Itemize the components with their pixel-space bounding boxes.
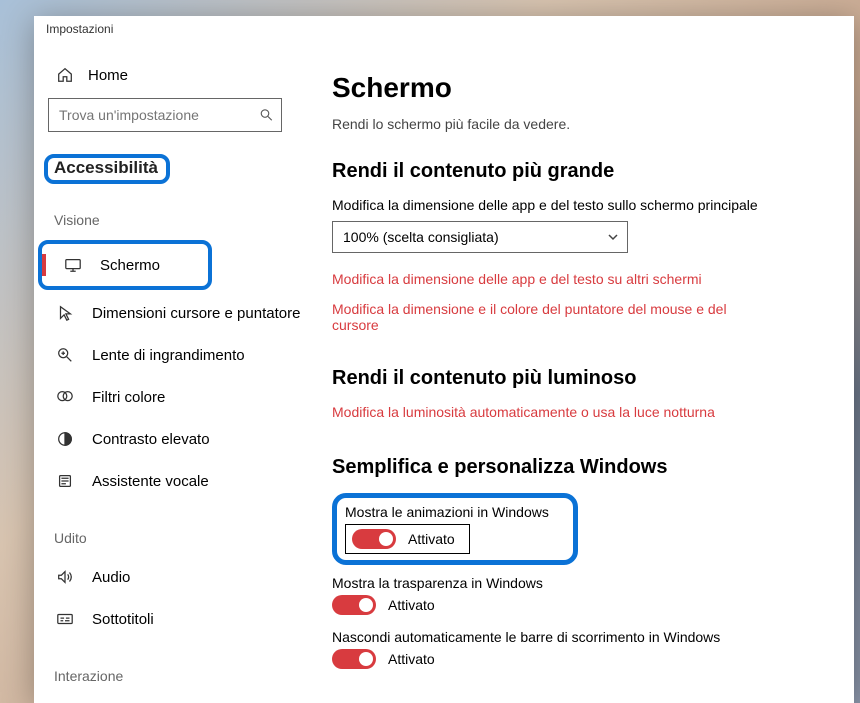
cursor-icon: [56, 304, 74, 322]
label-transparency: Mostra la trasparenza in Windows: [332, 575, 840, 591]
category-interaction: Interazione: [34, 640, 332, 694]
nav-display[interactable]: Schermo: [42, 244, 178, 286]
home-icon: [56, 66, 74, 84]
category-hearing: Udito: [34, 502, 332, 556]
nav-display-label: Schermo: [100, 257, 160, 274]
nav-subtitles[interactable]: Sottotitoli: [34, 598, 332, 640]
annotation-section: Accessibilità: [44, 154, 170, 184]
nav-color-filters-label: Filtri colore: [92, 389, 165, 406]
magnifier-icon: [56, 346, 74, 364]
nav-narrator[interactable]: Assistente vocale: [34, 460, 332, 502]
heading-bigger: Rendi il contenuto più grande: [332, 160, 840, 183]
toggle-scrollbars-state: Attivato: [388, 651, 435, 667]
heading-simplify: Semplifica e personalizza Windows: [332, 456, 840, 479]
nav-audio-label: Audio: [92, 569, 130, 586]
nav-magnifier-label: Lente di ingrandimento: [92, 347, 245, 364]
section-title: Accessibilità: [54, 158, 158, 178]
toggle-transparency[interactable]: [332, 595, 376, 615]
toggle-transparency-state: Attivato: [388, 597, 435, 613]
link-other-displays[interactable]: Modifica la dimensione delle app e del t…: [332, 271, 772, 287]
nav-high-contrast[interactable]: Contrasto elevato: [34, 418, 332, 460]
search-input[interactable]: [48, 98, 282, 132]
dropdown-scale[interactable]: 100% (scelta consigliata): [332, 221, 628, 253]
toggle-animations[interactable]: [352, 529, 396, 549]
window-content: Home Accessibilità Visione: [34, 46, 854, 703]
display-icon: [64, 256, 82, 274]
nav-cursor[interactable]: Dimensioni cursore e puntatore: [34, 292, 332, 334]
block-transparency: Mostra la trasparenza in Windows Attivat…: [332, 575, 840, 615]
subtitles-icon: [56, 610, 74, 628]
annotation-nav-display: Schermo: [38, 240, 212, 290]
dropdown-scale-value: 100% (scelta consigliata): [343, 229, 499, 245]
nav-audio[interactable]: Audio: [34, 556, 332, 598]
label-animations: Mostra le animazioni in Windows: [345, 504, 549, 520]
narrator-icon: [56, 472, 74, 490]
toggle-animations-box: Attivato: [345, 524, 470, 554]
heading-brighter: Rendi il contenuto più luminoso: [332, 367, 840, 390]
annotation-animations: Mostra le animazioni in Windows Attivato: [332, 493, 578, 565]
link-brightness-night[interactable]: Modifica la luminosità automaticamente o…: [332, 404, 772, 420]
label-resize-main: Modifica la dimensione delle app e del t…: [332, 197, 762, 213]
audio-icon: [56, 568, 74, 586]
page-subtitle: Rendi lo schermo più facile da vedere.: [332, 116, 840, 132]
settings-window: Impostazioni Home: [34, 16, 854, 703]
color-filters-icon: [56, 388, 74, 406]
nav-high-contrast-label: Contrasto elevato: [92, 431, 210, 448]
chevron-down-icon: [607, 231, 619, 243]
nav-cursor-label: Dimensioni cursore e puntatore: [92, 305, 300, 322]
nav-home[interactable]: Home: [34, 60, 332, 98]
nav-color-filters[interactable]: Filtri colore: [34, 376, 332, 418]
block-scrollbars: Nascondi automaticamente le barre di sco…: [332, 629, 840, 669]
high-contrast-icon: [56, 430, 74, 448]
nav-narrator-label: Assistente vocale: [92, 473, 209, 490]
toggle-scrollbars[interactable]: [332, 649, 376, 669]
nav-magnifier[interactable]: Lente di ingrandimento: [34, 334, 332, 376]
nav-subtitles-label: Sottotitoli: [92, 611, 154, 628]
category-vision: Visione: [34, 184, 332, 238]
toggle-animations-state: Attivato: [408, 531, 455, 547]
label-scrollbars: Nascondi automaticamente le barre di sco…: [332, 629, 840, 645]
main-panel: Schermo Rendi lo schermo più facile da v…: [332, 46, 854, 703]
window-title: Impostazioni: [34, 16, 854, 46]
link-cursor-size-color[interactable]: Modifica la dimensione e il colore del p…: [332, 301, 772, 333]
page-title: Schermo: [332, 72, 840, 104]
nav-home-label: Home: [88, 67, 128, 84]
sidebar: Home Accessibilità Visione: [34, 46, 332, 703]
search-wrap: [34, 98, 332, 142]
